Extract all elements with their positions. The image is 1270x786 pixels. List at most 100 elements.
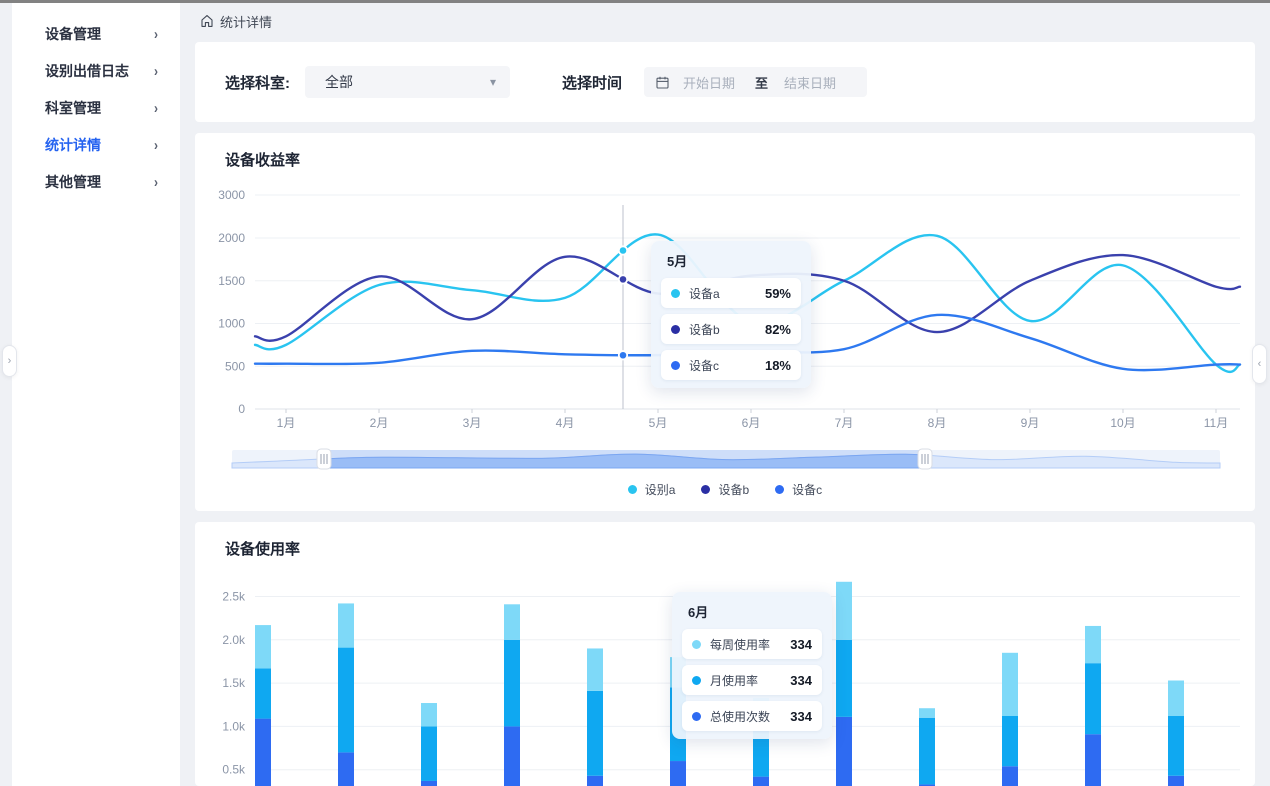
bar-segment[interactable] <box>587 691 603 776</box>
bar-segment[interactable] <box>338 603 354 647</box>
svg-text:2.0k: 2.0k <box>222 633 246 647</box>
bar-segment[interactable] <box>504 726 520 786</box>
bar-segment[interactable] <box>1002 766 1018 786</box>
series-dot <box>692 676 701 685</box>
series-name: 设备c <box>689 357 765 374</box>
department-select[interactable]: 全部 ▾ <box>305 66 510 98</box>
series-dot <box>671 325 680 334</box>
svg-text:4月: 4月 <box>556 416 575 430</box>
bar-segment[interactable] <box>255 719 271 786</box>
bar-segment[interactable] <box>919 708 935 718</box>
series-dot <box>671 289 680 298</box>
bar-segment[interactable] <box>1085 626 1101 663</box>
sidebar-expand-button[interactable]: › <box>2 345 17 377</box>
chevron-down-icon: ▾ <box>490 75 496 89</box>
bar-segment[interactable] <box>587 776 603 786</box>
start-date-placeholder: 开始日期 <box>683 73 735 92</box>
sidebar-item-label: 设备管理 <box>45 24 101 44</box>
bar-segment[interactable] <box>1085 734 1101 786</box>
chevron-right-icon: › <box>154 62 158 80</box>
legend-dot <box>628 485 637 494</box>
legend-item[interactable]: 设备c <box>775 481 822 498</box>
sidebar-item[interactable]: 统计详情› <box>12 126 180 163</box>
legend-item[interactable]: 设备b <box>701 481 749 498</box>
svg-text:2000: 2000 <box>218 231 245 245</box>
series-value: 334 <box>790 673 812 688</box>
legend-item[interactable]: 设别a <box>628 481 676 498</box>
sidebar-item-label: 设别出借日志 <box>45 61 129 81</box>
window-top-strip <box>0 0 1270 3</box>
bar-segment[interactable] <box>1002 653 1018 716</box>
svg-text:2月: 2月 <box>370 416 389 430</box>
bar-segment[interactable] <box>1085 663 1101 734</box>
legend-label: 设别a <box>645 481 676 498</box>
revenue-chart-card: 设备收益率 050010001500200030001月2月3月4月5月6月7月… <box>195 133 1255 511</box>
bar-segment[interactable] <box>836 640 852 717</box>
series-name: 总使用次数 <box>710 708 790 725</box>
bar-segment[interactable] <box>1002 716 1018 766</box>
bar-segment[interactable] <box>587 648 603 690</box>
svg-text:2.5k: 2.5k <box>222 590 246 604</box>
svg-text:1.5k: 1.5k <box>222 676 246 690</box>
date-range-to-label: 至 <box>755 73 768 92</box>
revenue-chart-legend: 设别a 设备b 设备c <box>195 481 1255 498</box>
bar-segment[interactable] <box>836 582 852 640</box>
legend-dot <box>701 485 710 494</box>
series-dot <box>692 640 701 649</box>
home-icon <box>200 14 214 28</box>
bar-segment[interactable] <box>1168 776 1184 786</box>
svg-text:3月: 3月 <box>463 416 482 430</box>
breadcrumb-title: 统计详情 <box>220 12 272 31</box>
bar-segment[interactable] <box>421 726 437 781</box>
tooltip-row: 设备b 82% <box>661 314 801 344</box>
sidebar-item[interactable]: 其他管理› <box>12 163 180 200</box>
sidebar: 设备管理›设别出借日志›科室管理›统计详情›其他管理› <box>12 3 180 786</box>
datazoom-handle[interactable] <box>317 449 331 469</box>
tooltip-month: 6月 <box>688 602 822 621</box>
calendar-icon <box>656 76 669 89</box>
sidebar-item[interactable]: 设备管理› <box>12 15 180 52</box>
bar-segment[interactable] <box>255 668 271 718</box>
department-select-value: 全部 <box>325 72 353 92</box>
svg-text:7月: 7月 <box>835 416 854 430</box>
svg-text:8月: 8月 <box>928 416 947 430</box>
sidebar-item[interactable]: 设别出借日志 › <box>12 52 180 89</box>
tooltip-row: 设备c 18% <box>661 350 801 380</box>
bar-segment[interactable] <box>919 718 935 785</box>
usage-chart-tooltip: 6月 每周使用率 334 月使用率 334 总使用次数 334 <box>672 592 832 739</box>
tooltip-row: 每周使用率 334 <box>682 629 822 659</box>
chevron-left-icon: ‹ <box>1258 358 1262 370</box>
date-range-picker[interactable]: 开始日期 至 结束日期 <box>644 67 867 97</box>
bar-segment[interactable] <box>338 752 354 786</box>
series-dot <box>692 712 701 721</box>
svg-text:0.5k: 0.5k <box>222 763 246 777</box>
bar-segment[interactable] <box>338 648 354 753</box>
sidebar-item[interactable]: 科室管理› <box>12 89 180 126</box>
svg-text:10月: 10月 <box>1110 416 1135 430</box>
bar-segment[interactable] <box>1168 681 1184 717</box>
series-name: 每周使用率 <box>710 636 790 653</box>
bar-segment[interactable] <box>753 777 769 786</box>
tooltip-row: 设备a 59% <box>661 278 801 308</box>
chevron-right-icon: › <box>154 99 158 117</box>
bar-segment[interactable] <box>421 781 437 786</box>
bar-segment[interactable] <box>504 604 520 640</box>
usage-chart-card: 设备使用率 0.5k1.0k1.5k2.0k2.5k 6月 每周使用率 334 … <box>195 522 1255 786</box>
time-range-label: 选择时间 <box>562 72 622 93</box>
bar-segment[interactable] <box>421 703 437 726</box>
bar-segment[interactable] <box>1168 716 1184 776</box>
legend-dot <box>775 485 784 494</box>
bar-segment[interactable] <box>255 625 271 668</box>
series-value: 334 <box>790 709 812 724</box>
bar-segment[interactable] <box>670 761 686 786</box>
series-name: 设备a <box>689 285 765 302</box>
series-dot <box>671 361 680 370</box>
panel-collapse-button[interactable]: ‹ <box>1252 344 1267 384</box>
bar-segment[interactable] <box>504 640 520 727</box>
department-select-label: 选择科室: <box>225 72 290 93</box>
breadcrumb: 统计详情 <box>180 3 1270 39</box>
svg-text:11月: 11月 <box>1204 416 1228 430</box>
tooltip-row: 月使用率 334 <box>682 665 822 695</box>
bar-segment[interactable] <box>836 717 852 786</box>
datazoom-handle[interactable] <box>918 449 932 469</box>
